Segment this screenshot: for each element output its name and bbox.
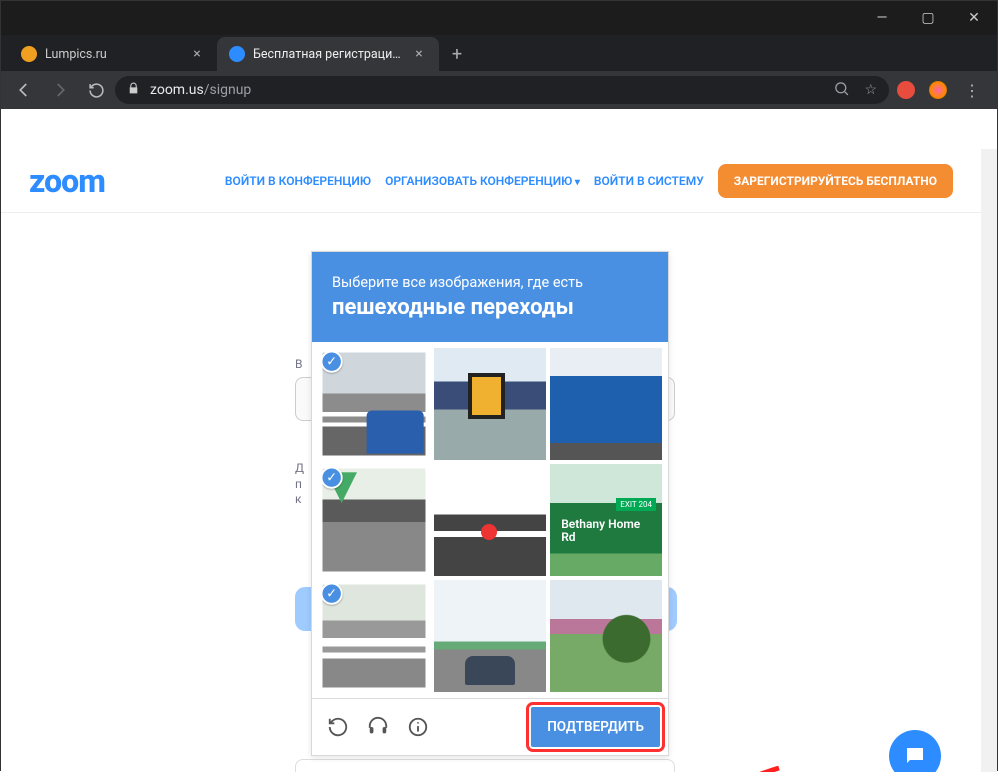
- recaptcha-tile-2[interactable]: [550, 348, 662, 460]
- recaptcha-anchor-box: [295, 759, 675, 772]
- tab-close-icon[interactable]: ×: [411, 46, 427, 62]
- recaptcha-instruction-target: пешеходные переходы: [332, 295, 648, 320]
- recaptcha-tile-6[interactable]: ✓: [322, 584, 425, 687]
- address-bar[interactable]: zoom.us/signup ☆: [115, 76, 889, 104]
- tab-title: Lumpics.ru: [45, 47, 107, 62]
- recaptcha-challenge: Выберите все изображения, где есть пешех…: [311, 251, 669, 756]
- nav-sign-in[interactable]: ВОЙТИ В СИСТЕМУ: [594, 174, 704, 188]
- recaptcha-image-grid: ✓ ✓ ✓: [312, 342, 668, 698]
- window-minimize[interactable]: —: [859, 1, 905, 35]
- chat-fab-button[interactable]: [889, 730, 941, 772]
- url-text: zoom.us/signup: [150, 82, 251, 98]
- new-tab-button[interactable]: +: [443, 40, 471, 68]
- recaptcha-tile-3[interactable]: ✓: [322, 468, 425, 571]
- window-close[interactable]: ✕: [951, 1, 997, 35]
- recaptcha-tile-8[interactable]: [550, 580, 662, 692]
- lock-icon: [127, 82, 140, 99]
- nav-host-meeting[interactable]: ОРГАНИЗОВАТЬ КОНФЕРЕНЦИЮ: [385, 174, 580, 188]
- browser-tab-zoom-signup[interactable]: Бесплатная регистрация - Zoom ×: [217, 37, 439, 71]
- browser-menu-button[interactable]: ⋮: [955, 76, 989, 104]
- recaptcha-info-icon[interactable]: [400, 709, 436, 745]
- translate-icon[interactable]: [833, 80, 850, 101]
- recaptcha-tile-4[interactable]: [434, 464, 546, 576]
- reload-button[interactable]: [79, 76, 113, 104]
- recaptcha-tile-5[interactable]: [550, 464, 662, 576]
- zoom-top-nav: ВОЙТИ В КОНФЕРЕНЦИЮ ОРГАНИЗОВАТЬ КОНФЕРЕ…: [225, 164, 953, 198]
- favicon-icon: [21, 46, 37, 62]
- recaptcha-tile-7[interactable]: [434, 580, 546, 692]
- tab-close-icon[interactable]: ×: [189, 46, 205, 62]
- recaptcha-header: Выберите все изображения, где есть пешех…: [312, 252, 668, 342]
- recaptcha-audio-icon[interactable]: [360, 709, 396, 745]
- zoom-site-header: zoom ВОЙТИ В КОНФЕРЕНЦИЮ ОРГАНИЗОВАТЬ КО…: [1, 149, 981, 213]
- bookmark-star-icon[interactable]: ☆: [864, 82, 877, 98]
- recaptcha-footer: ПОДТВЕРДИТЬ: [312, 698, 668, 755]
- zoom-logo: zoom: [29, 162, 105, 200]
- window-title-bar: — ▢ ✕: [1, 1, 997, 35]
- nav-join-meeting[interactable]: ВОЙТИ В КОНФЕРЕНЦИЮ: [225, 174, 371, 188]
- window-maximize[interactable]: ▢: [905, 1, 951, 35]
- forward-button: [43, 76, 77, 104]
- nav-sign-up-free-button[interactable]: ЗАРЕГИСТРИРУЙТЕСЬ БЕСПЛАТНО: [718, 164, 953, 198]
- browser-toolbar: zoom.us/signup ☆ ⋮: [1, 71, 997, 109]
- extension-icon[interactable]: [897, 81, 915, 99]
- profile-avatar-icon[interactable]: [929, 81, 947, 99]
- favicon-icon: [229, 46, 245, 62]
- recaptcha-verify-button[interactable]: ПОДТВЕРДИТЬ: [531, 707, 660, 747]
- recaptcha-tile-1[interactable]: [434, 348, 546, 460]
- browser-tab-lumpics[interactable]: Lumpics.ru ×: [9, 37, 217, 71]
- back-button[interactable]: [7, 76, 41, 104]
- tab-title: Бесплатная регистрация - Zoom: [253, 47, 403, 62]
- recaptcha-tile-0[interactable]: ✓: [322, 352, 425, 455]
- recaptcha-reload-icon[interactable]: [320, 709, 356, 745]
- page-viewport: zoom ВОЙТИ В КОНФЕРЕНЦИЮ ОРГАНИЗОВАТЬ КО…: [1, 109, 997, 772]
- browser-tab-strip: Lumpics.ru × Бесплатная регистрация - Zo…: [1, 35, 997, 71]
- recaptcha-instruction-line1: Выберите все изображения, где есть: [332, 274, 648, 291]
